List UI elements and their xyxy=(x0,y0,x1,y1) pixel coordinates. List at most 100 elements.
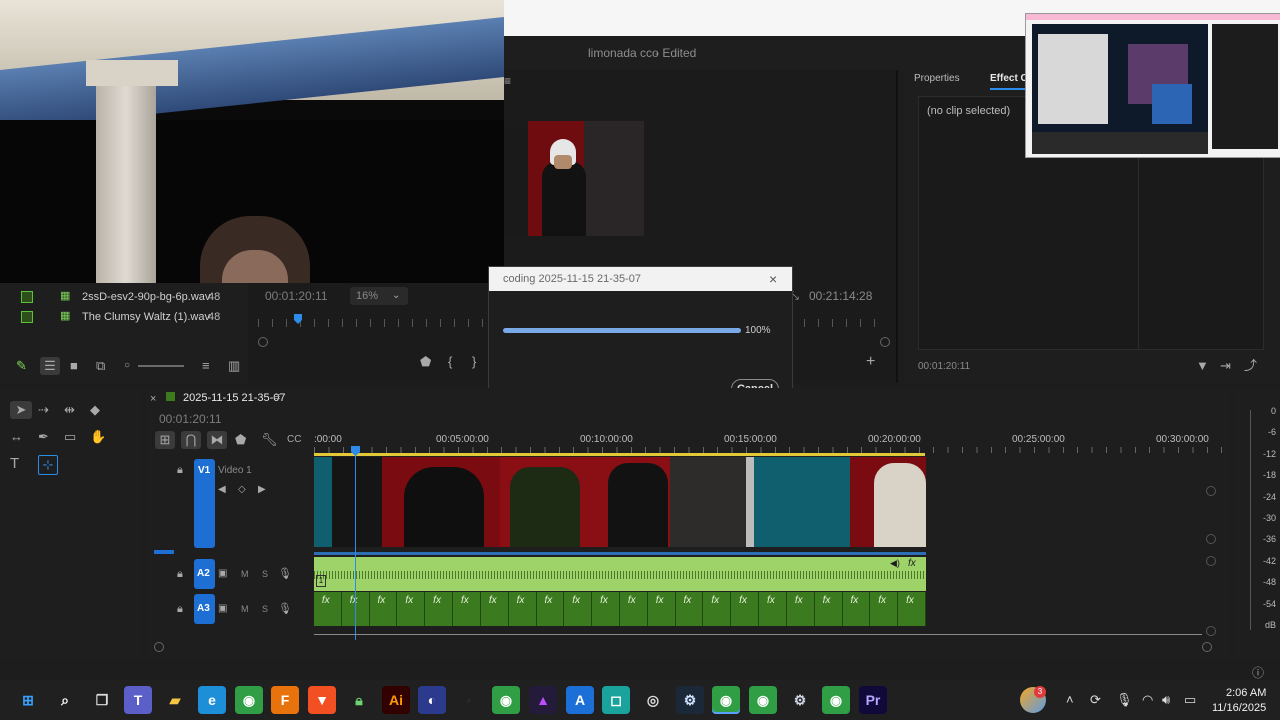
selection-tool-icon[interactable]: ➤ xyxy=(10,401,32,419)
steam-icon[interactable]: ⚙ xyxy=(676,686,704,714)
chrome-icon[interactable]: ◉ xyxy=(492,686,520,714)
search-icon[interactable]: ⌕ xyxy=(51,686,79,714)
premiere-icon[interactable]: Pr xyxy=(859,686,887,714)
video-clip[interactable] xyxy=(754,457,850,547)
audio-clip[interactable]: fx xyxy=(759,592,787,626)
icon-view-icon[interactable]: ■ xyxy=(70,357,78,375)
chrome-icon[interactable]: ◉ xyxy=(712,686,740,714)
lock-icon[interactable]: 🔒︎ xyxy=(177,565,183,583)
vertical-scrollbar[interactable] xyxy=(1206,460,1216,640)
audio-clip[interactable]: fx xyxy=(787,592,815,626)
chrome-icon[interactable]: ◉ xyxy=(235,686,263,714)
audio-clip[interactable]: fx xyxy=(509,592,537,626)
mark-out-icon[interactable]: } xyxy=(472,353,476,371)
snap-icon[interactable]: ⋂ xyxy=(181,431,201,449)
work-area-bar[interactable] xyxy=(314,453,925,456)
share-icon[interactable]: ⤴ xyxy=(1244,357,1257,375)
track-target-a3[interactable]: A3 xyxy=(194,594,215,624)
razor-tool-icon[interactable]: ◆ xyxy=(90,401,100,419)
audio-clip[interactable]: fx xyxy=(397,592,426,626)
audio-clip[interactable]: fx xyxy=(425,592,454,626)
audio-clip[interactable]: fx xyxy=(898,592,926,626)
list-view-icon[interactable]: ☰ xyxy=(40,357,60,375)
chevron-up-icon[interactable]: ˄ xyxy=(1066,691,1074,709)
audio-clip[interactable]: fx xyxy=(537,592,565,626)
sequence-menu-icon[interactable]: ≡ xyxy=(274,388,280,406)
sequence-name[interactable]: 2025-11-15 21-35-07 xyxy=(183,392,286,404)
lock-icon[interactable]: 🔒︎ xyxy=(177,461,183,479)
add-marker-icon[interactable]: ⬟ xyxy=(420,353,431,371)
zoom-slider-track[interactable] xyxy=(138,365,184,367)
track-target-a2[interactable]: A2 xyxy=(194,559,215,589)
app-b-icon[interactable]: ◻ xyxy=(602,686,630,714)
blank-icon[interactable]: ▪ xyxy=(455,686,483,714)
wifi-icon[interactable]: ◠ xyxy=(1142,691,1153,709)
zoom-dropdown[interactable]: 16% ⌄ xyxy=(350,287,408,305)
slip-tool-icon[interactable]: ↔ xyxy=(10,428,23,446)
sync-lock-icon[interactable]: ▣ xyxy=(218,565,227,583)
microphone-icon[interactable]: 🎙︎ xyxy=(1116,691,1133,709)
hand-tool-icon[interactable]: ✋ xyxy=(90,428,106,446)
ripple-edit-icon[interactable]: ⇹ xyxy=(64,401,75,419)
time-ruler[interactable]: :00:00 00:05:00:00 00:10:00:00 00:15:00:… xyxy=(314,431,1230,457)
automate-icon[interactable]: ▥ xyxy=(228,357,240,375)
teams-icon[interactable]: T xyxy=(124,686,152,714)
sync-lock-icon[interactable]: ▣ xyxy=(218,600,227,618)
audio-clip[interactable]: fx xyxy=(370,592,398,626)
next-keyframe-icon[interactable]: ▶ xyxy=(258,481,266,499)
panel-menu-icon[interactable]: ≡ xyxy=(504,72,511,90)
chrome-icon[interactable]: ◉ xyxy=(749,686,777,714)
sort-icon[interactable]: ≡ xyxy=(202,357,210,375)
track-target-v1[interactable]: V1 xyxy=(194,459,215,548)
clock-date[interactable]: 11/16/2025 xyxy=(1212,702,1266,714)
audio-clip[interactable]: fx xyxy=(314,592,342,626)
export-frame-icon[interactable]: ⇥ xyxy=(1220,357,1231,375)
illustrator-icon[interactable]: Ai xyxy=(382,686,410,714)
clock-time[interactable]: 2:06 AM xyxy=(1226,687,1266,699)
app-store-icon[interactable]: A xyxy=(566,686,594,714)
audio-clip[interactable]: fx xyxy=(481,592,509,626)
audio-clip[interactable]: fx xyxy=(843,592,871,626)
app-circle-icon[interactable]: ◐ xyxy=(418,686,446,714)
mark-in-icon[interactable]: { xyxy=(448,353,452,371)
audio-clip[interactable]: fx xyxy=(648,592,676,626)
mute-button[interactable]: M xyxy=(241,569,249,579)
video-clip[interactable] xyxy=(500,457,746,547)
affinity-icon[interactable]: ▲ xyxy=(529,686,557,714)
wrench-icon[interactable]: 🔧︎ xyxy=(261,431,278,449)
captions-icon[interactable]: CC xyxy=(287,431,301,449)
fusion-icon[interactable]: F xyxy=(271,686,299,714)
volume-icon[interactable]: 🔊︎ xyxy=(1162,691,1170,709)
audio-clip[interactable]: fx xyxy=(620,592,648,626)
program-scroll-handle[interactable] xyxy=(880,337,890,347)
battery-icon[interactable]: ▭ xyxy=(1184,691,1196,709)
microphone-icon[interactable]: 🎙︎ xyxy=(278,565,292,583)
video-clip[interactable] xyxy=(314,457,332,547)
audio-clip[interactable]: fx xyxy=(453,592,481,626)
audio-clip-a2[interactable]: 1 ◀) fx xyxy=(314,557,926,591)
app-c-icon[interactable]: ◎ xyxy=(639,686,667,714)
settings-icon[interactable]: ⚙ xyxy=(786,686,814,714)
audio-clip[interactable]: fx xyxy=(592,592,620,626)
add-marker-icon[interactable]: ⬟ xyxy=(235,431,246,449)
audio-clip[interactable]: fx xyxy=(703,592,732,626)
track-select-icon[interactable]: ⇢ xyxy=(38,401,49,419)
pen-tool-icon[interactable]: ✒ xyxy=(38,428,49,446)
audio-clip[interactable]: fx xyxy=(870,592,899,626)
freeform-view-icon[interactable]: ⧉ xyxy=(96,357,105,375)
add-keyframe-icon[interactable]: ◇ xyxy=(238,481,246,499)
close-sequence-icon[interactable]: × xyxy=(150,390,156,408)
track-collapse-handle[interactable] xyxy=(154,550,174,554)
close-icon[interactable]: × xyxy=(769,270,777,288)
project-item[interactable]: ▦ 2ssD-esv2-90p-bg-6p.wav 48 xyxy=(0,287,248,307)
file-explorer-icon[interactable]: ▰ xyxy=(161,686,189,714)
video-clip[interactable] xyxy=(850,457,926,547)
zoom-slider-icon[interactable]: ○ xyxy=(124,357,130,375)
tab-properties[interactable]: Properties xyxy=(914,73,960,84)
pencil-icon[interactable]: ✎ xyxy=(16,357,27,375)
solo-button[interactable]: S xyxy=(262,569,268,579)
horizontal-scrollbar[interactable] xyxy=(154,642,1212,652)
audio-clip[interactable]: fx xyxy=(815,592,843,626)
lock-icon[interactable]: 🔒︎ xyxy=(177,600,183,618)
sync-icon[interactable]: ⟳ xyxy=(1090,691,1101,709)
